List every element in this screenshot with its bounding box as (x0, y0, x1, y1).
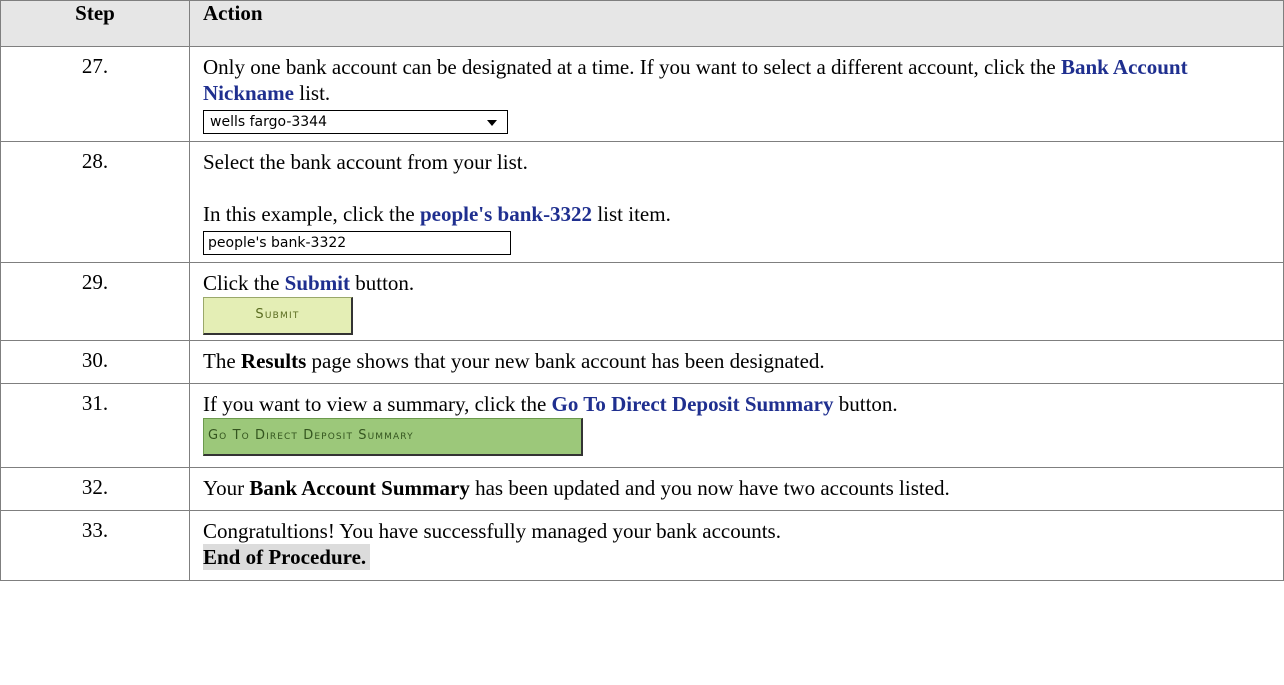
table-row: 28. Select the bank account from your li… (0, 141, 1284, 263)
action-text: Click the (203, 271, 285, 295)
table-row: 31. If you want to view a summary, click… (0, 383, 1284, 468)
action-text: button. (833, 392, 898, 416)
table-row: 30. The Results page shows that your new… (0, 340, 1284, 384)
step-number: 27. (0, 46, 190, 142)
action-highlight: Go To Direct Deposit Summary (551, 392, 834, 416)
table-row: 29. Click the Submit button. Submit (0, 262, 1284, 341)
step-action: Congratultions! You have successfully ma… (189, 510, 1284, 581)
step-number: 28. (0, 141, 190, 263)
end-of-procedure: End of Procedure. (203, 544, 371, 570)
action-highlight: Bank Account Summary (249, 476, 470, 500)
step-action: Select the bank account from your list. … (189, 141, 1284, 263)
step-column-header: Step (0, 0, 190, 47)
step-number: 31. (0, 383, 190, 468)
action-text: list. (294, 81, 331, 105)
step-number: 29. (0, 262, 190, 341)
dropdown-arrow-icon (487, 120, 497, 126)
action-text: has been updated and you now have two ac… (469, 476, 950, 500)
action-highlight: people's bank-3322 (419, 202, 593, 226)
action-text: Select the bank account from your list. (203, 150, 528, 174)
action-text: button. (350, 271, 415, 295)
action-text: In this example, click the (203, 202, 420, 226)
select-value: wells fargo-3344 (210, 114, 327, 130)
procedure-table: Step Action 27. Only one bank account ca… (0, 0, 1284, 581)
action-text: Only one bank account can be designated … (203, 55, 1061, 79)
action-text: page shows that your new bank account ha… (306, 349, 825, 373)
bank-account-list-item[interactable]: people's bank-3322 (203, 231, 511, 255)
step-action: Click the Submit button. Submit (189, 262, 1284, 341)
action-text: The (203, 349, 241, 373)
step-number: 32. (0, 467, 190, 511)
table-row: 32. Your Bank Account Summary has been u… (0, 467, 1284, 511)
action-text: Your (203, 476, 250, 500)
step-action: Your Bank Account Summary has been updat… (189, 467, 1284, 511)
step-action: If you want to view a summary, click the… (189, 383, 1284, 468)
go-to-direct-deposit-summary-button[interactable]: Go To Direct Deposit Summary (203, 418, 583, 456)
action-column-header: Action (189, 0, 1284, 47)
table-row: 27. Only one bank account can be designa… (0, 46, 1284, 142)
table-header-row: Step Action (0, 0, 1284, 47)
action-text: Congratultions! You have successfully ma… (203, 519, 781, 543)
step-action: Only one bank account can be designated … (189, 46, 1284, 142)
table-row: 33. Congratultions! You have successfull… (0, 510, 1284, 581)
submit-button[interactable]: Submit (203, 297, 353, 335)
step-number: 33. (0, 510, 190, 581)
action-highlight: Results (240, 349, 307, 373)
action-text: If you want to view a summary, click the (203, 392, 552, 416)
step-action: The Results page shows that your new ban… (189, 340, 1284, 384)
step-number: 30. (0, 340, 190, 384)
bank-account-nickname-select[interactable]: wells fargo-3344 (203, 110, 508, 134)
action-text: list item. (592, 202, 671, 226)
action-highlight: Submit (284, 271, 351, 295)
